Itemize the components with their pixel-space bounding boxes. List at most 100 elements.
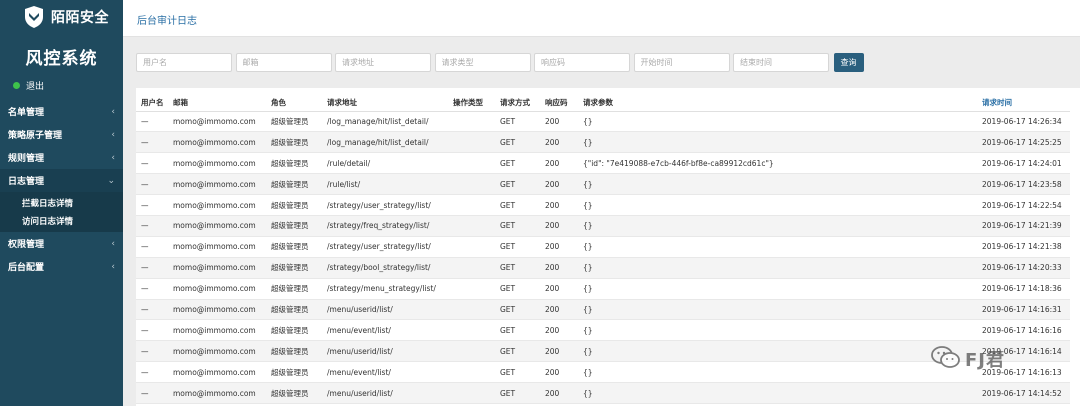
cell-email: momo@immomo.com xyxy=(173,257,271,279)
start-time-filter-input[interactable] xyxy=(633,53,730,72)
table-row: — momo@immomo.com 超级管理员/menu/event/list/GE… xyxy=(136,319,1070,342)
sidebar-item-5[interactable]: 权限管理 ‹ xyxy=(0,232,123,255)
cell-time: 2019-06-17 14:26:34 xyxy=(982,111,1070,133)
cell-username: — xyxy=(136,319,173,342)
cell-code: 200 xyxy=(545,131,583,154)
wechat-icon xyxy=(931,345,961,373)
cell-code: 200 xyxy=(545,194,583,216)
sidebar-item-label: 后台配置 xyxy=(8,263,45,273)
cell-code: 200 xyxy=(545,236,583,258)
chevron-left-icon: ‹ xyxy=(111,129,115,140)
cell-path: /menu/userid/list/ xyxy=(327,299,453,321)
column-header-operation: 操作类型 xyxy=(453,88,500,112)
sidebar: 陌陌安全 风控系统 退出 名单管理 ‹ 策略原子管理 ‹ 规则管理 ‹ 日志管理 ⌄ 拦截日志详… xyxy=(0,0,123,406)
cell-time: 2019-06-17 14:20:33 xyxy=(982,257,1070,279)
cell-role: 超级管理员 xyxy=(271,257,327,279)
table-row: — momo@immomo.com 超级管理员/strategy/user_stra… xyxy=(136,194,1070,216)
path-filter-input[interactable] xyxy=(335,53,431,72)
cell-method: GET xyxy=(500,173,545,196)
cell-params: {} xyxy=(583,111,982,133)
sidebar-item-2[interactable]: 策略原子管理 ‹ xyxy=(0,123,123,146)
cell-path: /strategy/menu_strategy/list/ xyxy=(327,278,453,300)
cell-role: 超级管理员 xyxy=(271,111,327,133)
cell-code: 200 xyxy=(545,152,583,175)
cell-path: /menu/event/list/ xyxy=(327,361,453,384)
chevron-left-icon: ‹ xyxy=(111,238,115,249)
query-button[interactable]: 查询 xyxy=(833,53,864,72)
cell-time: 2019-06-17 14:16:31 xyxy=(982,299,1070,321)
table-row: — momo@immomo.com 超级管理员/strategy/freq_stra… xyxy=(136,215,1070,237)
cell-role: 超级管理员 xyxy=(271,319,327,342)
column-header-method: 请求方式 xyxy=(500,88,545,112)
logout-link[interactable]: 退出 xyxy=(0,77,123,93)
cell-email: momo@immomo.com xyxy=(173,131,271,154)
cell-params: {} xyxy=(583,215,982,237)
cell-username: — xyxy=(136,152,173,175)
online-status-icon xyxy=(13,81,20,89)
chevron-left-icon: ‹ xyxy=(111,106,115,117)
cell-method: GET xyxy=(500,194,545,216)
type-filter-input[interactable] xyxy=(434,53,531,72)
cell-path: /rule/detail/ xyxy=(327,152,453,175)
cell-params: {} xyxy=(583,361,982,384)
email-filter-input[interactable] xyxy=(235,53,332,72)
cell-email: momo@immomo.com xyxy=(173,382,271,404)
cell-method: GET xyxy=(500,278,545,300)
cell-role: 超级管理员 xyxy=(271,236,327,258)
sidebar-item-6[interactable]: 后台配置 ‹ xyxy=(0,255,123,278)
chevron-left-icon: ‹ xyxy=(111,261,115,272)
cell-email: momo@immomo.com xyxy=(173,173,271,196)
cell-operation xyxy=(453,194,500,216)
cell-role: 超级管理员 xyxy=(271,382,327,404)
table-row: — momo@immomo.com 超级管理员/menu/userid/list/G… xyxy=(136,340,1070,363)
system-title: 风控系统 xyxy=(25,49,98,69)
cell-role: 超级管理员 xyxy=(271,340,327,363)
sidebar-item-3[interactable]: 规则管理 ‹ xyxy=(0,146,123,169)
sidebar-item-1[interactable]: 名单管理 ‹ xyxy=(0,100,123,123)
cell-role: 超级管理员 xyxy=(271,278,327,300)
watermark-text: FJ君 xyxy=(965,350,1005,371)
cell-operation xyxy=(453,257,500,279)
cell-method: GET xyxy=(500,382,545,404)
watermark: FJ君 xyxy=(931,345,1005,373)
table-header-row: 用户名 邮箱 角色 请求地址 操作类型 请求方式 响应码 请求参数 请求时间 xyxy=(136,88,1070,112)
cell-role: 超级管理员 xyxy=(271,173,327,196)
cell-username: — xyxy=(136,236,173,258)
table-row: — momo@immomo.com 超级管理员/log_manage/hit/lis… xyxy=(136,111,1070,133)
sidebar-item-label: 策略原子管理 xyxy=(8,131,63,141)
cell-params: {"id": "7e419088-e7cb-446f-bf8e-ca89912c… xyxy=(583,152,982,175)
table-row: — momo@immomo.com 超级管理员/strategy/bool_stra… xyxy=(136,257,1070,279)
cell-params: {} xyxy=(583,278,982,300)
code-filter-input[interactable] xyxy=(534,53,630,72)
cell-operation xyxy=(453,361,500,384)
column-header-time-sort[interactable]: 请求时间 xyxy=(982,88,1070,112)
cell-params: {} xyxy=(583,382,982,404)
cell-email: momo@immomo.com xyxy=(173,236,271,258)
cell-role: 超级管理员 xyxy=(271,215,327,237)
sidebar-subitem-1[interactable]: 拦截日志详情 xyxy=(0,194,123,212)
cell-username: — xyxy=(136,361,173,384)
cell-code: 200 xyxy=(545,382,583,404)
sidebar-subitem-2[interactable]: 访问日志详情 xyxy=(0,212,123,230)
end-time-filter-input[interactable] xyxy=(733,53,829,72)
sidebar-item-4[interactable]: 日志管理 ⌄ xyxy=(0,169,123,192)
cell-time: 2019-06-17 14:21:39 xyxy=(982,215,1070,237)
cell-username: — xyxy=(136,194,173,216)
cell-email: momo@immomo.com xyxy=(173,215,271,237)
cell-username: — xyxy=(136,111,173,133)
audit-log-table: 用户名 邮箱 角色 请求地址 操作类型 请求方式 响应码 请求参数 请求时间 —… xyxy=(136,88,1070,404)
cell-username: — xyxy=(136,131,173,154)
table-row: — momo@immomo.com 超级管理员/strategy/menu_stra… xyxy=(136,278,1070,300)
cell-path: /strategy/bool_strategy/list/ xyxy=(327,257,453,279)
chevron-left-icon: ‹ xyxy=(111,152,115,163)
cell-method: GET xyxy=(500,152,545,175)
cell-operation xyxy=(453,340,500,363)
cell-path: /menu/event/list/ xyxy=(327,319,453,342)
cell-path: /menu/userid/list/ xyxy=(327,382,453,404)
brand-logo[interactable]: 陌陌安全 xyxy=(0,0,123,34)
username-filter-input[interactable] xyxy=(136,53,232,72)
cell-method: GET xyxy=(500,340,545,363)
cell-code: 200 xyxy=(545,319,583,342)
cell-code: 200 xyxy=(545,278,583,300)
sidebar-item-label: 权限管理 xyxy=(8,240,45,250)
